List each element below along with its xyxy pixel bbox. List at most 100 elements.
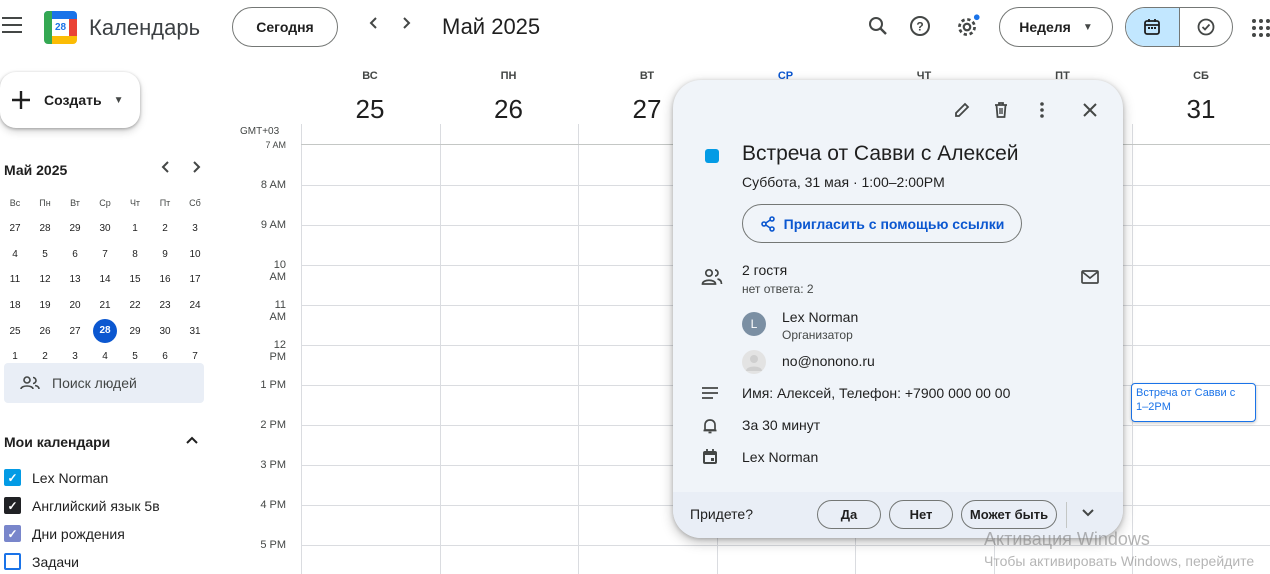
apps-grid-icon[interactable] — [1252, 19, 1270, 37]
mini-day-number: 16 — [159, 274, 171, 286]
mini-day[interactable]: 2 — [150, 223, 180, 234]
day-column-header[interactable]: ВС 25 — [301, 70, 439, 125]
mini-day[interactable]: 16 — [150, 274, 180, 285]
top-app-bar: 28 Календарь Сегодня Май 2025 ? Неделя ▼ — [0, 0, 1270, 56]
more-options-icon[interactable] — [1030, 98, 1054, 122]
guests-response-status: нет ответа: 2 — [742, 282, 814, 296]
calendar-item[interactable]: ✓ Английский язык 5в — [4, 497, 160, 514]
mini-day[interactable]: 5 — [30, 249, 60, 260]
mini-day[interactable]: 4 — [0, 249, 30, 260]
guest-email[interactable]: no@nonono.ru — [782, 353, 875, 369]
day-date: 31 — [1186, 94, 1216, 124]
mini-day[interactable]: 27 — [0, 223, 30, 234]
rsvp-expand-chevron-icon[interactable] — [1081, 505, 1095, 523]
settings-gear-icon[interactable] — [954, 14, 982, 42]
mini-day[interactable]: 11 — [0, 274, 30, 285]
email-guests-icon[interactable] — [1081, 270, 1099, 289]
main-menu-icon[interactable] — [2, 17, 22, 33]
calendar-checkbox[interactable]: ✓ — [4, 497, 21, 514]
mini-day[interactable]: 1 — [0, 351, 30, 362]
grid-divider — [439, 124, 441, 574]
view-selector-button[interactable]: Неделя ▼ — [999, 7, 1113, 47]
prev-week-icon[interactable] — [366, 14, 382, 37]
mini-day[interactable]: 18 — [0, 300, 30, 311]
search-people-field[interactable]: Поиск людей — [4, 363, 204, 403]
day-column-header[interactable]: СБ 31 — [1132, 70, 1270, 125]
calendar-item[interactable]: ✓ Lex Norman — [4, 469, 108, 486]
close-icon[interactable] — [1078, 98, 1102, 122]
tasks-view-icon[interactable] — [1180, 8, 1233, 46]
mini-day[interactable]: 6 — [60, 249, 90, 260]
mini-next-month-icon[interactable] — [190, 160, 202, 179]
calendar-checkbox[interactable]: ✓ — [4, 525, 21, 542]
calendar-item[interactable]: ✓ Дни рождения — [4, 525, 125, 542]
invite-via-link-button[interactable]: Пригласить с помощью ссылки — [742, 204, 1022, 243]
mini-day[interactable]: 30 — [150, 326, 180, 337]
bell-icon — [701, 417, 723, 439]
mini-weekday-header: Чт — [129, 197, 141, 208]
mini-day[interactable]: 25 — [0, 326, 30, 337]
mini-day[interactable]: 29 — [60, 223, 90, 234]
mini-day[interactable]: 17 — [180, 274, 210, 285]
search-icon[interactable] — [866, 14, 894, 42]
my-calendars-title[interactable]: Мои календари — [4, 434, 110, 450]
mini-day[interactable]: 4 — [90, 351, 120, 362]
calendar-checkbox[interactable] — [4, 553, 21, 570]
mini-day[interactable]: 6 — [150, 351, 180, 362]
collapse-chevron-icon[interactable] — [185, 432, 199, 450]
calendar-label: Задачи — [32, 553, 80, 570]
mini-day[interactable]: 3 — [60, 351, 90, 362]
mini-prev-month-icon[interactable] — [160, 160, 172, 179]
rsvp-yes-button[interactable]: Да — [817, 500, 881, 529]
hour-label: 8 AM — [260, 179, 286, 191]
mini-weekday-header: Сб — [189, 197, 201, 208]
calendar-icon — [701, 448, 723, 470]
mini-day[interactable]: 3 — [180, 223, 210, 234]
next-week-icon[interactable] — [398, 14, 414, 37]
mini-day[interactable]: 13 — [60, 274, 90, 285]
create-button[interactable]: Создать ▼ — [0, 72, 140, 128]
event-chip[interactable]: Встреча от Савви с 1–2PM — [1131, 383, 1256, 422]
rsvp-maybe-button[interactable]: Может быть — [961, 500, 1057, 529]
mini-day[interactable]: 27 — [60, 326, 90, 337]
help-icon[interactable]: ? — [908, 14, 936, 42]
calendar-checkbox[interactable]: ✓ — [4, 469, 21, 486]
mini-day[interactable]: 21 — [90, 300, 120, 311]
mini-day[interactable]: 10 — [180, 249, 210, 260]
mini-day[interactable]: 8 — [120, 249, 150, 260]
mini-day[interactable]: 22 — [120, 300, 150, 311]
mini-day[interactable]: 31 — [180, 326, 210, 337]
mini-day[interactable]: 19 — [30, 300, 60, 311]
mini-week-row: 27 28 29 30 1 2 3 — [0, 216, 210, 242]
mini-day[interactable]: 2 — [30, 351, 60, 362]
mini-day-number: 5 — [132, 351, 138, 363]
mini-day[interactable]: 9 — [150, 249, 180, 260]
mini-day[interactable]: 28 — [90, 319, 120, 344]
calendar-view-icon[interactable] — [1126, 8, 1180, 46]
rsvp-no-button[interactable]: Нет — [889, 500, 953, 529]
day-column-header[interactable]: ПН 26 — [440, 70, 578, 125]
mini-day[interactable]: 15 — [120, 274, 150, 285]
mini-day[interactable]: 12 — [30, 274, 60, 285]
mini-day[interactable]: 20 — [60, 300, 90, 311]
mini-day[interactable]: 30 — [90, 223, 120, 234]
app-title[interactable]: Календарь — [89, 15, 200, 41]
mini-day-number: 29 — [129, 325, 141, 337]
mini-day[interactable]: 1 — [120, 223, 150, 234]
mini-day[interactable]: 23 — [150, 300, 180, 311]
calendar-item[interactable]: Задачи — [4, 553, 79, 570]
mini-weekday-header: Вс — [9, 197, 21, 208]
mini-day[interactable]: 14 — [90, 274, 120, 285]
mini-day[interactable]: 24 — [180, 300, 210, 311]
mini-day[interactable]: 5 — [120, 351, 150, 362]
mini-day[interactable]: 7 — [90, 249, 120, 260]
divider — [1066, 502, 1067, 528]
delete-trash-icon[interactable] — [989, 98, 1013, 122]
edit-pencil-icon[interactable] — [950, 98, 974, 122]
mini-day[interactable]: 28 — [30, 223, 60, 234]
mini-day[interactable]: 7 — [180, 351, 210, 362]
guest-name[interactable]: Lex Norman — [782, 309, 858, 325]
mini-day[interactable]: 26 — [30, 326, 60, 337]
mini-day[interactable]: 29 — [120, 326, 150, 337]
today-button[interactable]: Сегодня — [232, 7, 338, 47]
